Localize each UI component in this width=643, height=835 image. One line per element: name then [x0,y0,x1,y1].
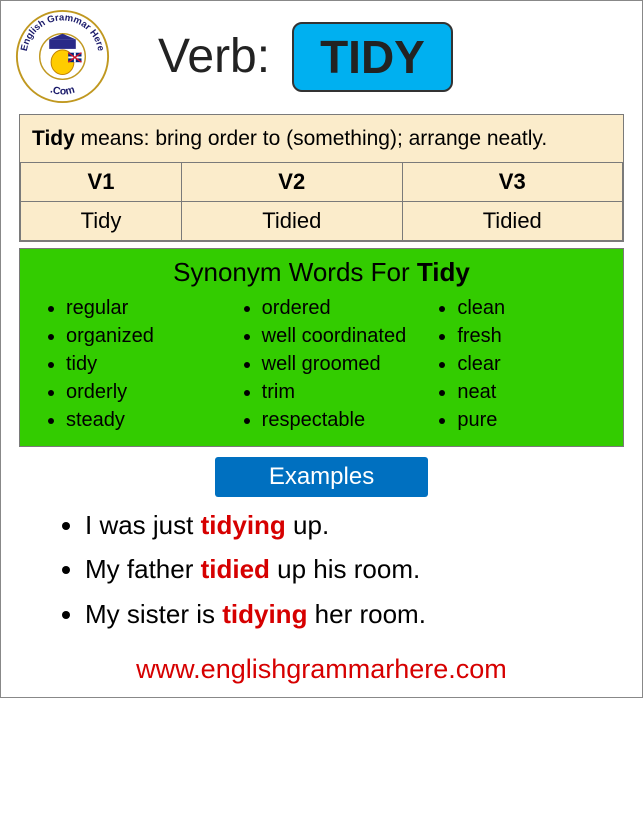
synonym-col-2: ordered well coordinated well groomed tr… [224,294,420,434]
definition-box: Tidy means: bring order to (something); … [19,114,624,242]
example-item: My father tidied up his room. [85,547,602,591]
highlight: tidying [201,510,286,540]
definition-body: bring order to (something); arrange neat… [155,127,547,150]
synonym-col-3: clean fresh clear neat pure [419,294,615,434]
synonym-columns: regular organized tidy orderly steady or… [20,294,623,434]
list-item: tidy [66,350,224,378]
definition-label: means: [75,127,156,150]
list-item: neat [457,378,615,406]
definition-text: Tidy means: bring order to (something); … [20,115,623,162]
examples-title-row: Examples [1,457,642,497]
list-item: fresh [457,322,615,350]
list-item: well coordinated [262,322,420,350]
list-item: steady [66,406,224,434]
col-v1: V1 [21,163,182,202]
list-item: ordered [262,294,420,322]
list-item: regular [66,294,224,322]
col-v2: V2 [182,163,402,202]
verb-label: Verb: [158,29,270,84]
footer-url: www.englishgrammarhere.com [1,646,642,697]
col-v3: V3 [402,163,623,202]
table-header-row: V1 V2 V3 [21,163,623,202]
verb-word-box: TIDY [292,22,453,92]
list-item: clean [457,294,615,322]
list-item: respectable [262,406,420,434]
verb-forms-table: V1 V2 V3 Tidy Tidied Tidied [20,162,623,241]
table-row: Tidy Tidied Tidied [21,202,623,241]
synonym-title: Synonym Words For Tidy [20,257,623,288]
example-item: I was just tidying up. [85,503,602,547]
list-item: organized [66,322,224,350]
cell-v2: Tidied [182,202,402,241]
highlight: tidied [201,554,270,584]
list-item: well groomed [262,350,420,378]
list-item: trim [262,378,420,406]
cell-v1: Tidy [21,202,182,241]
list-item: clear [457,350,615,378]
definition-word: Tidy [32,127,75,150]
synonym-box: Synonym Words For Tidy regular organized… [19,248,624,447]
highlight: tidying [222,599,307,629]
site-logo: English Grammar Here .Com [15,9,110,104]
examples-title: Examples [215,457,428,497]
synonym-col-1: regular organized tidy orderly steady [28,294,224,434]
list-item: orderly [66,378,224,406]
svg-text:.Com: .Com [49,85,76,98]
examples-list: I was just tidying up. My father tidied … [51,503,602,636]
header: English Grammar Here .Com Verb: TIDY [1,1,642,114]
list-item: pure [457,406,615,434]
page: English Grammar Here .Com Verb: TIDY Tid… [0,0,643,698]
example-item: My sister is tidying her room. [85,592,602,636]
cell-v3: Tidied [402,202,623,241]
